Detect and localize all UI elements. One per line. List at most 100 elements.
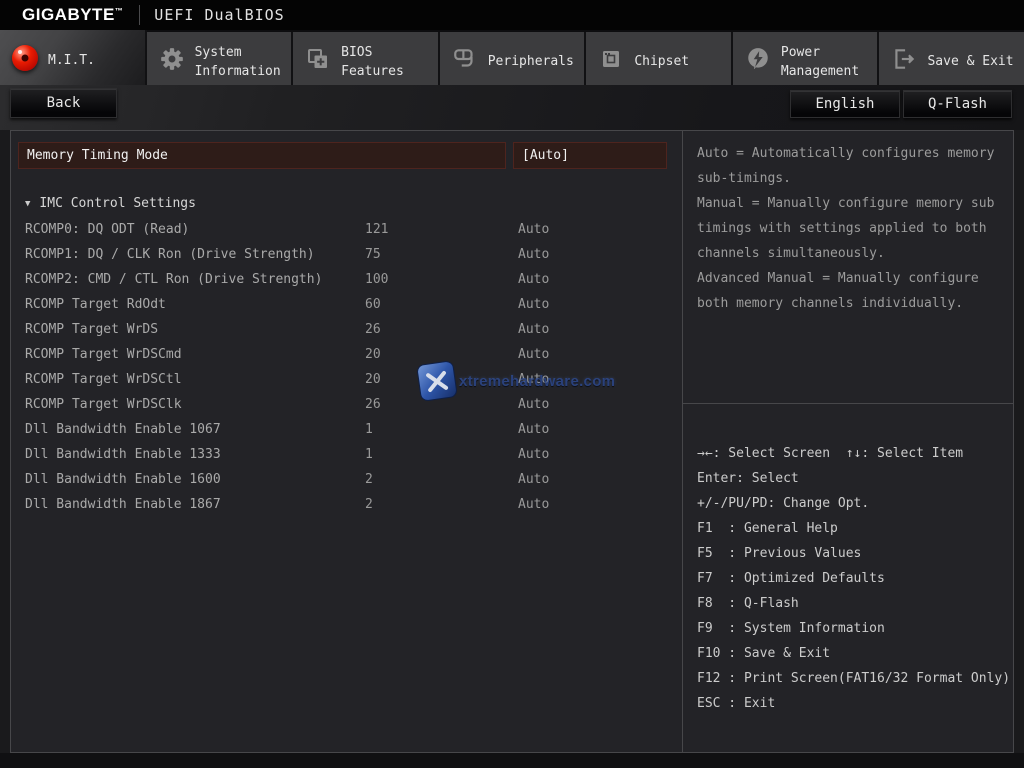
setting-row[interactable]: RCOMP2: CMD / CTL Ron (Drive Strength) 1… bbox=[11, 267, 682, 292]
setting-value: 100 bbox=[365, 267, 388, 292]
gear-icon bbox=[159, 46, 185, 72]
setting-label: RCOMP Target WrDS bbox=[25, 317, 158, 342]
setting-value: 26 bbox=[365, 317, 381, 342]
selected-setting[interactable]: Memory Timing Mode bbox=[18, 142, 506, 169]
setting-mode: Auto bbox=[518, 492, 549, 517]
tab-bar: M.I.T. System Inform bbox=[0, 30, 1024, 85]
setting-mode: Auto bbox=[518, 367, 549, 392]
imc-section-header[interactable]: ▼ IMC Control Settings bbox=[25, 191, 196, 216]
setting-row[interactable]: RCOMP Target RdOdt 60 Auto bbox=[11, 292, 682, 317]
tab-bios-features[interactable]: BIOS Features bbox=[293, 32, 440, 85]
power-icon bbox=[745, 46, 771, 72]
setting-label: Dll Bandwidth Enable 1067 bbox=[25, 417, 221, 442]
setting-mode: Auto bbox=[518, 292, 549, 317]
setting-row[interactable]: RCOMP0: DQ ODT (Read) 121 Auto bbox=[11, 217, 682, 242]
setting-value: 75 bbox=[365, 242, 381, 267]
tab-power-management[interactable]: Power Management bbox=[733, 32, 880, 85]
shortcut-line: F7 : Optimized Defaults bbox=[697, 566, 1013, 591]
item-help-text: Auto = Automatically configures memory s… bbox=[683, 131, 1013, 404]
qflash-button[interactable]: Q-Flash bbox=[903, 90, 1012, 118]
setting-mode: Auto bbox=[518, 342, 549, 367]
tab-label: System bbox=[195, 43, 281, 62]
shortcut-line: F5 : Previous Values bbox=[697, 541, 1013, 566]
exit-icon bbox=[891, 46, 917, 72]
setting-value: 2 bbox=[365, 467, 373, 492]
shortcut-line: →←: Select Screen ↑↓: Select Item bbox=[697, 441, 1013, 466]
help-line: channels simultaneously. bbox=[697, 241, 1013, 266]
tab-mit[interactable]: M.I.T. bbox=[0, 30, 147, 85]
setting-mode: Auto bbox=[518, 317, 549, 342]
setting-value: 20 bbox=[365, 367, 381, 392]
setting-value: 1 bbox=[365, 442, 373, 467]
setting-value: 20 bbox=[365, 342, 381, 367]
tab-label: Peripherals bbox=[488, 52, 574, 71]
sub-bar: Back English Q-Flash bbox=[0, 85, 1024, 130]
tab-peripherals[interactable]: Peripherals bbox=[440, 32, 587, 85]
tab-label: M.I.T. bbox=[48, 51, 95, 70]
tab-save-exit[interactable]: Save & Exit bbox=[879, 32, 1024, 85]
bottom-strip bbox=[0, 753, 1024, 768]
setting-value: 1 bbox=[365, 417, 373, 442]
shortcut-line: F8 : Q-Flash bbox=[697, 591, 1013, 616]
setting-label: RCOMP Target RdOdt bbox=[25, 292, 166, 317]
tab-label: BIOS bbox=[341, 43, 404, 62]
shortcut-line: ESC : Exit bbox=[697, 691, 1013, 716]
setting-mode: Auto bbox=[518, 242, 549, 267]
setting-mode: Auto bbox=[518, 417, 549, 442]
top-bar: GIGABYTE™ UEFI DualBIOS bbox=[0, 0, 1024, 30]
help-line: sub-timings. bbox=[697, 166, 1013, 191]
setting-row[interactable]: Dll Bandwidth Enable 1067 1 Auto bbox=[11, 417, 682, 442]
shortcut-line: F1 : General Help bbox=[697, 516, 1013, 541]
back-button[interactable]: Back bbox=[10, 88, 117, 118]
tab-label: Power bbox=[781, 43, 859, 62]
bios-screen: GIGABYTE™ UEFI DualBIOS M.I.T. bbox=[0, 0, 1024, 768]
tab-label: Chipset bbox=[634, 52, 689, 71]
setting-row[interactable]: RCOMP Target WrDSClk 26 Auto bbox=[11, 392, 682, 417]
setting-label: Dll Bandwidth Enable 1867 bbox=[25, 492, 221, 517]
gigabyte-logo: GIGABYTE™ bbox=[22, 5, 123, 25]
mit-icon bbox=[12, 45, 38, 71]
help-panel: Auto = Automatically configures memory s… bbox=[683, 131, 1013, 752]
setting-row[interactable]: Dll Bandwidth Enable 1600 2 Auto bbox=[11, 467, 682, 492]
shortcut-line: F9 : System Information bbox=[697, 616, 1013, 641]
tab-system-information[interactable]: System Information bbox=[147, 32, 294, 85]
setting-value: 2 bbox=[365, 492, 373, 517]
setting-value: 121 bbox=[365, 217, 388, 242]
selected-setting-label: Memory Timing Mode bbox=[19, 148, 168, 163]
setting-row[interactable]: RCOMP1: DQ / CLK Ron (Drive Strength) 75… bbox=[11, 242, 682, 267]
help-line: both memory channels individually. bbox=[697, 291, 1013, 316]
setting-mode: Auto bbox=[518, 392, 549, 417]
setting-label: RCOMP1: DQ / CLK Ron (Drive Strength) bbox=[25, 242, 315, 267]
setting-row[interactable]: RCOMP Target WrDSCtl 20 Auto bbox=[11, 367, 682, 392]
setting-row[interactable]: RCOMP Target WrDSCmd 20 Auto bbox=[11, 342, 682, 367]
setting-label: RCOMP0: DQ ODT (Read) bbox=[25, 217, 189, 242]
collapse-arrow-icon: ▼ bbox=[25, 199, 30, 209]
setting-label: Dll Bandwidth Enable 1333 bbox=[25, 442, 221, 467]
help-line: Advanced Manual = Manually configure bbox=[697, 266, 1013, 291]
setting-label: Dll Bandwidth Enable 1600 bbox=[25, 467, 221, 492]
setting-mode: Auto bbox=[518, 217, 549, 242]
header-divider bbox=[139, 5, 140, 25]
shortcut-line: +/-/PU/PD: Change Opt. bbox=[697, 491, 1013, 516]
language-button[interactable]: English bbox=[790, 90, 900, 118]
main-content: Memory Timing Mode [Auto] ▼ IMC Control S… bbox=[10, 130, 1014, 753]
setting-row[interactable]: Dll Bandwidth Enable 1333 1 Auto bbox=[11, 442, 682, 467]
setting-mode: Auto bbox=[518, 467, 549, 492]
product-title: UEFI DualBIOS bbox=[154, 6, 284, 24]
setting-value: 26 bbox=[365, 392, 381, 417]
help-line: Auto = Automatically configures memory bbox=[697, 141, 1013, 166]
setting-label: RCOMP Target WrDSClk bbox=[25, 392, 182, 417]
setting-value: 60 bbox=[365, 292, 381, 317]
setting-label: RCOMP2: CMD / CTL Ron (Drive Strength) bbox=[25, 267, 322, 292]
section-title: IMC Control Settings bbox=[39, 196, 196, 211]
help-line: timings with settings applied to both bbox=[697, 216, 1013, 241]
selected-setting-value[interactable]: [Auto] bbox=[513, 142, 667, 169]
keyboard-shortcuts: →←: Select Screen ↑↓: Select Item Enter:… bbox=[683, 404, 1013, 752]
shortcut-line: F10 : Save & Exit bbox=[697, 641, 1013, 666]
setting-row[interactable]: RCOMP Target WrDS 26 Auto bbox=[11, 317, 682, 342]
tab-label: Save & Exit bbox=[927, 52, 1013, 71]
bios-features-icon bbox=[305, 46, 331, 72]
setting-label: RCOMP Target WrDSCmd bbox=[25, 342, 182, 367]
tab-chipset[interactable]: Chipset bbox=[586, 32, 733, 85]
setting-row[interactable]: Dll Bandwidth Enable 1867 2 Auto bbox=[11, 492, 682, 517]
